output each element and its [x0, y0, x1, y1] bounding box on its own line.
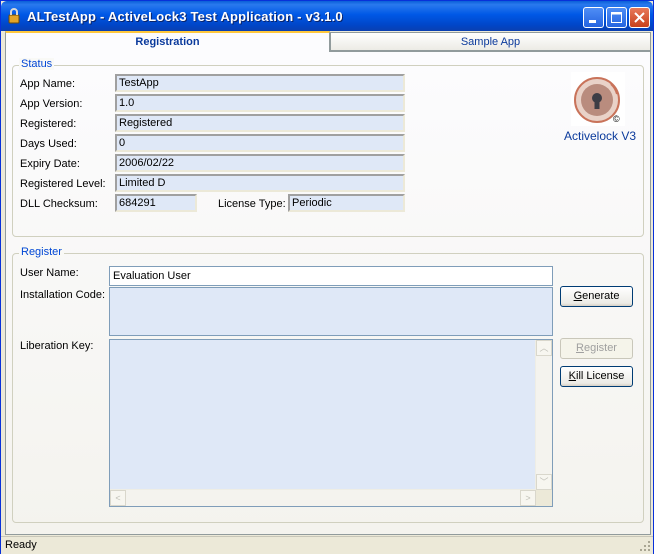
dll-checksum-label: DLL Checksum: — [20, 198, 98, 210]
generate-button-label: enerate — [582, 290, 620, 302]
license-type-label: License Type: — [218, 198, 286, 210]
close-icon — [634, 12, 645, 23]
installation-code-label: Installation Code: — [20, 289, 105, 301]
title-bar[interactable]: ALTestApp - ActiveLock3 Test Application… — [1, 1, 653, 31]
license-type-field: Periodic — [288, 194, 405, 212]
user-name-input[interactable] — [109, 266, 553, 286]
liberation-key-label: Liberation Key: — [20, 340, 94, 352]
logo-caption: Activelock V3 — [564, 129, 637, 143]
generate-button[interactable]: Generate — [560, 286, 633, 307]
app-name-label: App Name: — [20, 78, 76, 90]
app-icon[interactable] — [6, 8, 22, 24]
scroll-right-arrow-icon[interactable]: > — [520, 490, 536, 506]
status-text: Ready — [5, 539, 37, 551]
register-legend: Register — [19, 246, 64, 258]
tab-strip: Registration Sample App — [5, 31, 651, 52]
scroll-down-arrow-icon[interactable]: ﹀ — [536, 474, 552, 490]
liberation-key-vscrollbar[interactable]: ︿ ﹀ — [535, 340, 552, 490]
close-button[interactable] — [629, 7, 650, 28]
window-title: ALTestApp - ActiveLock3 Test Application… — [27, 9, 343, 24]
scroll-corner — [536, 490, 552, 506]
registered-level-label: Registered Level: — [20, 178, 106, 190]
expiry-date-field: 2006/02/22 — [115, 154, 405, 172]
register-button[interactable]: Register — [560, 338, 633, 359]
liberation-key-hscrollbar[interactable]: < > — [110, 489, 536, 506]
registration-panel: Status App Name: TestApp App Version: 1.… — [5, 51, 651, 535]
maximize-icon — [611, 12, 622, 23]
app-name-field: TestApp — [115, 74, 405, 92]
generate-button-hotkey: G — [573, 290, 583, 302]
svg-text:©: © — [613, 114, 620, 124]
registered-level-field: Limited D — [115, 174, 405, 192]
minimize-button[interactable] — [583, 7, 604, 28]
resize-grip-icon[interactable] — [639, 540, 651, 552]
scroll-left-arrow-icon[interactable]: < — [110, 490, 126, 506]
days-used-label: Days Used: — [20, 138, 77, 150]
application-window: ALTestApp - ActiveLock3 Test Application… — [0, 0, 654, 554]
status-legend: Status — [19, 58, 55, 70]
register-button-label: egister — [583, 342, 617, 354]
maximize-button[interactable] — [606, 7, 627, 28]
liberation-key-field[interactable]: ︿ ﹀ < > — [109, 339, 553, 507]
status-bar: Ready — [1, 536, 653, 554]
app-version-label: App Version: — [20, 98, 83, 110]
minimize-icon — [589, 20, 596, 23]
app-version-field: 1.0 — [115, 94, 405, 112]
tab-registration[interactable]: Registration — [5, 31, 330, 52]
activelock-logo-icon: © — [571, 72, 625, 126]
kill-license-button-hotkey: K — [568, 370, 577, 382]
tab-sample-app[interactable]: Sample App — [330, 32, 651, 51]
registered-label: Registered: — [20, 118, 77, 130]
days-used-field: 0 — [115, 134, 405, 152]
expiry-date-label: Expiry Date: — [20, 158, 80, 170]
kill-license-button[interactable]: Kill License — [560, 366, 633, 387]
dll-checksum-field: 684291 — [115, 194, 197, 212]
installation-code-field[interactable] — [109, 287, 553, 336]
user-name-label: User Name: — [20, 267, 79, 279]
scroll-up-arrow-icon[interactable]: ︿ — [536, 340, 552, 356]
kill-license-button-label: ill License — [576, 370, 625, 382]
registered-field: Registered — [115, 114, 405, 132]
register-button-hotkey: R — [576, 342, 584, 354]
